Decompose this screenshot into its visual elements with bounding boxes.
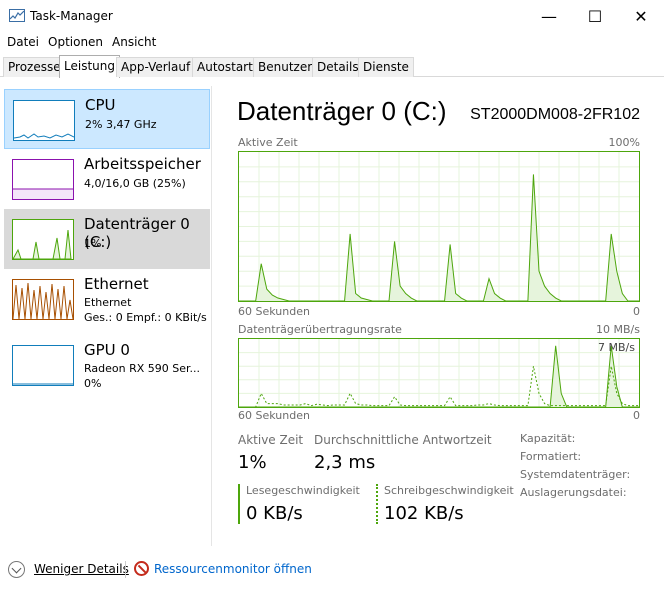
close-icon: ✕ (634, 6, 648, 26)
sidebar-item-sub: Radeon RX 590 Ser... (84, 362, 201, 375)
sidebar-item-title: GPU 0 (84, 341, 130, 359)
footer-divider (125, 561, 126, 578)
memory-thumbnail (12, 159, 74, 200)
tab-leistung[interactable]: Leistung (59, 55, 120, 78)
system-disk-label: Systemdatenträger: (520, 468, 631, 481)
chevron-up-icon[interactable] (8, 561, 25, 578)
minimize-icon: — (541, 6, 557, 26)
sidebar-item-title: CPU (85, 96, 116, 114)
menu-datei[interactable]: Datei (7, 35, 39, 49)
graph1-max: 100% (608, 136, 640, 149)
sidebar-item-gpu[interactable]: GPU 0 Radeon RX 590 Ser... 0% (4, 335, 210, 395)
active-time-label: Aktive Zeit (238, 433, 304, 447)
tab-benutzer[interactable]: Benutzer (253, 57, 318, 77)
footer: Weniger Details Ressourcenmonitor öffnen (0, 556, 664, 593)
capacity-label: Kapazität: (520, 432, 576, 445)
graph1-zero: 0 (633, 305, 640, 318)
active-time-value: 1% (238, 452, 267, 473)
page-title: Datenträger 0 (C:) (237, 96, 447, 126)
graph2-zero: 0 (633, 409, 640, 422)
cpu-thumbnail (13, 100, 75, 141)
write-speed-label: Schreibgeschwindigkeit (384, 484, 514, 497)
sidebar-item-sub: Ethernet (84, 296, 132, 309)
window-title: Task-Manager (30, 9, 113, 23)
task-manager-icon (9, 9, 25, 22)
sidebar-item-memory[interactable]: Arbeitsspeicher 4,0/16,0 GB (25%) (4, 149, 210, 209)
tab-prozesse[interactable]: Prozesse (3, 57, 66, 77)
sidebar-item-disk[interactable]: Datenträger 0 (C:) 1% (4, 209, 210, 269)
sidebar-item-sub: 2% 3,47 GHz (85, 118, 157, 131)
page-file-label: Auslagerungsdatei: (520, 486, 627, 499)
read-speed-indicator (238, 484, 240, 524)
title-bar: Task-Manager — ☐ ✕ (0, 0, 664, 32)
menu-ansicht[interactable]: Ansicht (112, 35, 156, 49)
fewer-details-button[interactable]: Weniger Details (34, 562, 129, 576)
sidebar-item-cpu[interactable]: CPU 2% 3,47 GHz (4, 89, 210, 149)
graph2-inner-max: 7 MB/s (598, 341, 635, 354)
disk-model: ST2000DM008-2FR102 (470, 106, 640, 123)
disk-detail-panel: Datenträger 0 (C:) ST2000DM008-2FR102 Ak… (230, 86, 664, 546)
graph2-label: Datenträgerübertragungsrate (238, 323, 402, 336)
read-speed-label: Lesegeschwindigkeit (246, 484, 360, 497)
tab-app-verlauf[interactable]: App-Verlauf (116, 57, 196, 77)
transfer-rate-svg (239, 339, 639, 408)
gpu-thumbnail (12, 345, 74, 386)
response-time-label: Durchschnittliche Antwortzeit (314, 433, 492, 447)
tab-bar: Prozesse Leistung App-Verlauf Autostart … (0, 55, 664, 78)
response-time-value: 2,3 ms (314, 452, 376, 473)
active-time-graph (238, 151, 640, 302)
sidebar-item-sub2: 0% (84, 377, 102, 390)
tab-details[interactable]: Details (312, 57, 364, 77)
sidebar-item-sub2: Ges.: 0 Empf.: 0 KBit/s (84, 311, 207, 324)
sidebar-item-sub: 4,0/16,0 GB (25%) (84, 177, 186, 190)
sidebar-item-title: Ethernet (84, 275, 149, 293)
sidebar-item-ethernet[interactable]: Ethernet Ethernet Ges.: 0 Empf.: 0 KBit/… (4, 269, 210, 329)
sidebar-item-title: Datenträger 0 (C:) (84, 215, 190, 251)
graph1-label: Aktive Zeit (238, 136, 298, 149)
close-button[interactable]: ✕ (618, 0, 664, 32)
ethernet-thumbnail (12, 279, 74, 320)
write-speed-indicator (376, 484, 378, 524)
active-time-svg (239, 152, 639, 302)
disk-thumbnail (12, 219, 74, 260)
formatted-label: Formatiert: (520, 450, 582, 463)
resource-monitor-icon[interactable] (134, 561, 149, 576)
tab-autostart[interactable]: Autostart (192, 57, 258, 77)
menu-optionen[interactable]: Optionen (48, 35, 103, 49)
menu-bar: Datei Optionen Ansicht (0, 32, 664, 52)
tab-dienste[interactable]: Dienste (358, 57, 414, 77)
maximize-icon: ☐ (587, 6, 603, 26)
transfer-rate-graph: 7 MB/s (238, 338, 640, 408)
maximize-button[interactable]: ☐ (572, 0, 618, 32)
sidebar: CPU 2% 3,47 GHz Arbeitsspeicher 4,0/16,0… (0, 86, 212, 546)
sidebar-item-sub: 1% (84, 237, 102, 250)
write-speed-value: 102 KB/s (384, 503, 464, 524)
graph2-time: 60 Sekunden (238, 409, 310, 422)
minimize-button[interactable]: — (526, 0, 572, 32)
graph1-time: 60 Sekunden (238, 305, 310, 318)
sidebar-item-title: Arbeitsspeicher (84, 155, 201, 173)
graph2-max: 10 MB/s (596, 323, 640, 336)
read-speed-value: 0 KB/s (246, 503, 303, 524)
resource-monitor-link[interactable]: Ressourcenmonitor öffnen (154, 562, 312, 576)
